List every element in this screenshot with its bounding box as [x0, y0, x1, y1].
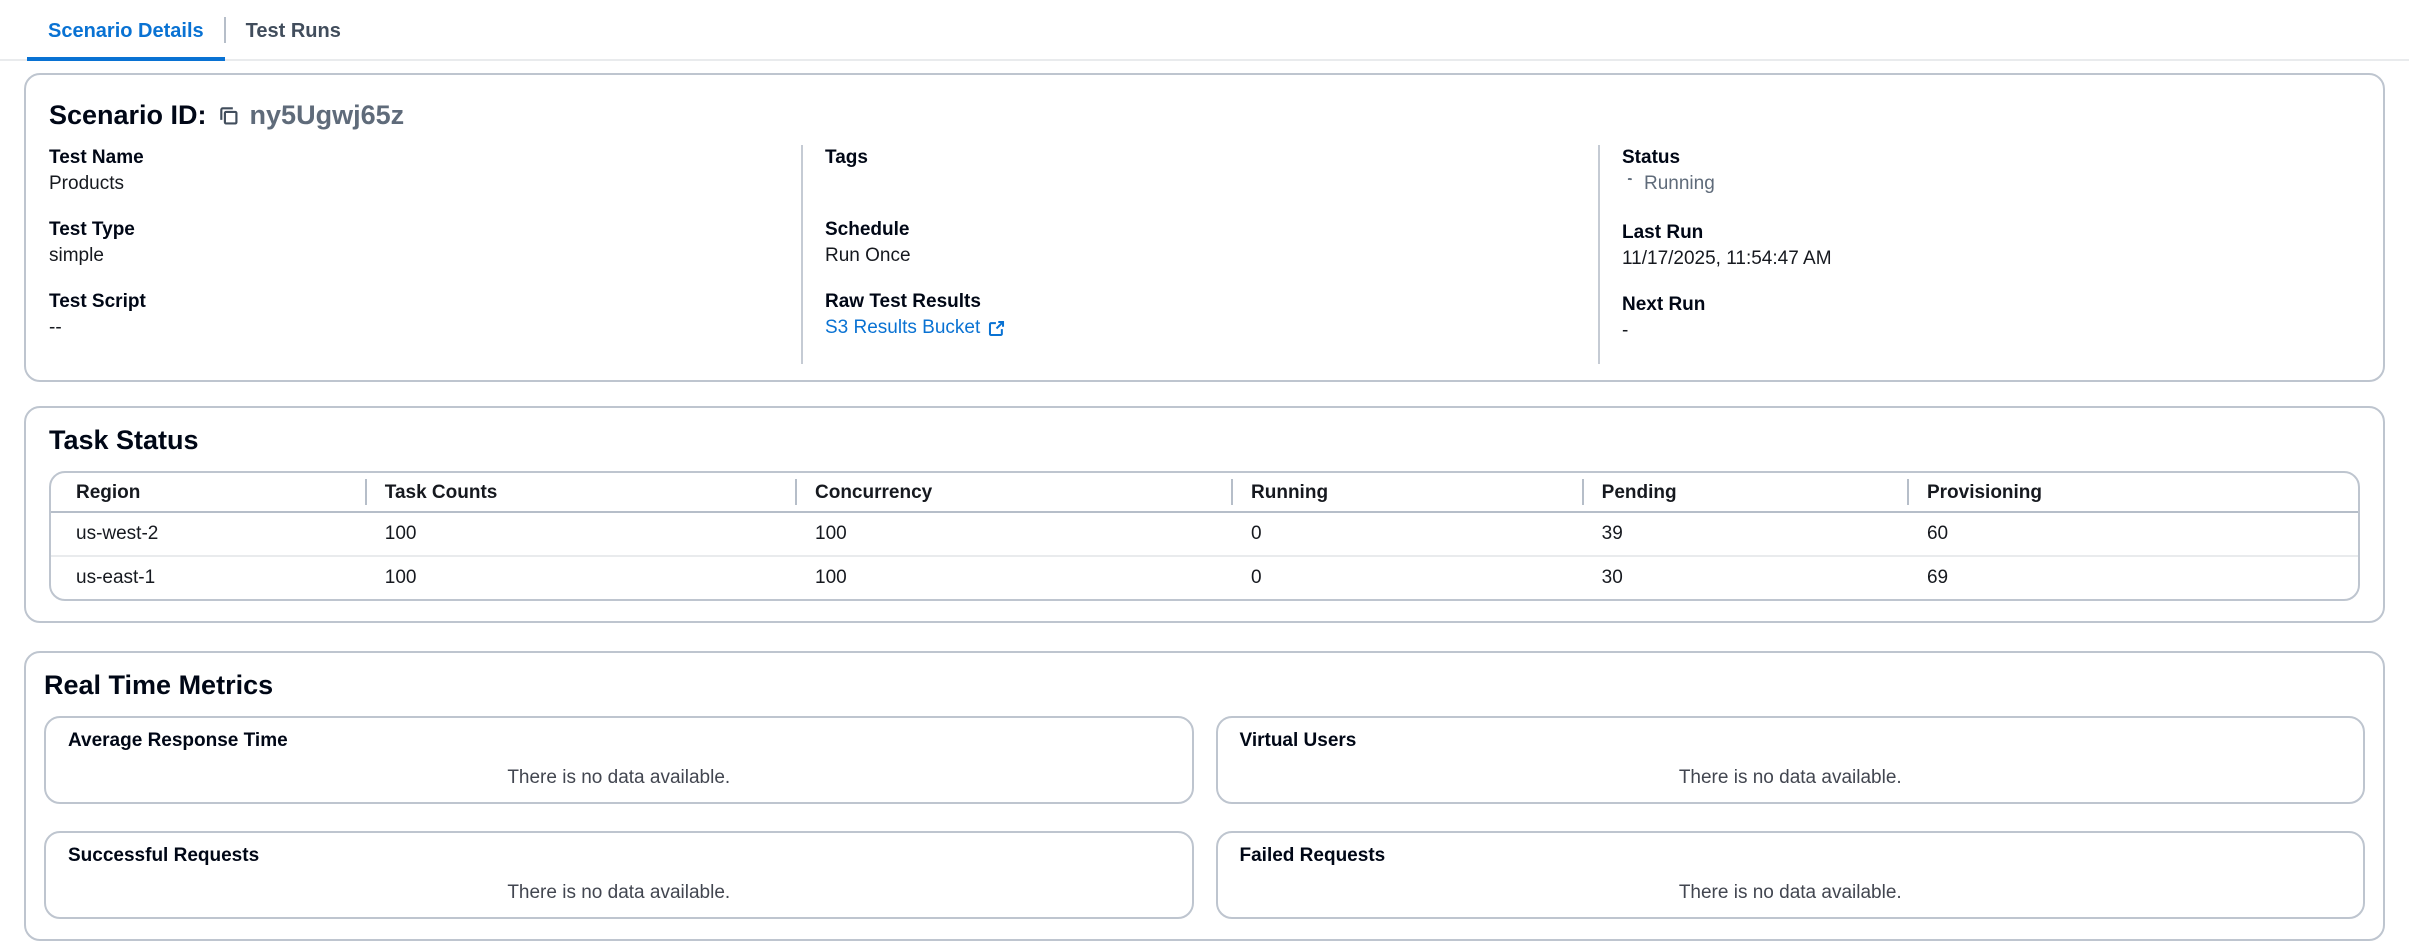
task-status-table-container: Region Task Counts Concurrency Running P… [49, 471, 2360, 601]
tab-bar: Scenario Details Test Runs [0, 0, 2409, 61]
field-label: Last Run [1622, 220, 2360, 246]
field-label: Test Type [49, 217, 801, 243]
cell-region: us-east-1 [51, 556, 365, 599]
column-header-provisioning: Provisioning [1907, 473, 2358, 512]
status-text: Running [1644, 171, 1715, 197]
field-value: simple [49, 243, 801, 269]
scenario-id-label: Scenario ID: [49, 99, 207, 131]
field-schedule: Schedule Run Once [825, 217, 1598, 269]
copy-icon [217, 104, 240, 127]
field-value: 11/17/2025, 11:54:47 AM [1622, 246, 2360, 272]
task-status-table: Region Task Counts Concurrency Running P… [51, 473, 2358, 599]
tab-label: Scenario Details [48, 20, 204, 43]
field-value: - [1622, 318, 2360, 344]
metric-empty-text: There is no data available. [1240, 882, 2342, 904]
cell-running: 0 [1231, 512, 1582, 556]
metrics-grid: Average Response Time There is no data a… [44, 716, 2365, 919]
column-header-pending: Pending [1582, 473, 1907, 512]
cell-concurrency: 100 [795, 556, 1231, 599]
metric-card-failed-requests: Failed Requests There is no data availab… [1216, 831, 2366, 919]
cell-running: 0 [1231, 556, 1582, 599]
cell-provisioning: 69 [1907, 556, 2358, 599]
field-label: Raw Test Results [825, 289, 1598, 315]
metric-empty-text: There is no data available. [68, 767, 1170, 789]
metric-title: Virtual Users [1240, 730, 2342, 752]
tab-scenario-details[interactable]: Scenario Details [27, 0, 225, 61]
table-header-row: Region Task Counts Concurrency Running P… [51, 473, 2358, 512]
metric-card-virtual-users: Virtual Users There is no data available… [1216, 716, 2366, 804]
metric-empty-text: There is no data available. [68, 882, 1170, 904]
link-label: S3 Results Bucket [825, 315, 980, 341]
metric-title: Failed Requests [1240, 845, 2342, 867]
task-status-heading: Task Status [49, 424, 2360, 456]
scenario-column-2: Tags Schedule Run Once Raw Test Results … [801, 145, 1598, 364]
cell-pending: 39 [1582, 512, 1907, 556]
tab-label: Test Runs [246, 20, 341, 43]
scenario-column-1: Test Name Products Test Type simple Test… [49, 145, 801, 364]
field-test-script: Test Script -- [49, 289, 801, 341]
tab-test-runs[interactable]: Test Runs [225, 0, 362, 61]
scenario-details-card: Scenario ID: ny5Ugwj65z Test Name Produc… [24, 73, 2385, 382]
cell-pending: 30 [1582, 556, 1907, 599]
cell-region: us-west-2 [51, 512, 365, 556]
field-value: Run Once [825, 243, 1598, 269]
field-label: Test Script [49, 289, 801, 315]
scenario-heading: Scenario ID: ny5Ugwj65z [49, 99, 2360, 131]
column-header-region: Region [51, 473, 365, 512]
s3-results-bucket-link[interactable]: S3 Results Bucket [825, 315, 1006, 341]
cell-task-counts: 100 [365, 556, 795, 599]
metric-title: Average Response Time [68, 730, 1170, 752]
real-time-metrics-card: Real Time Metrics Average Response Time … [24, 651, 2385, 941]
field-status: Status Running [1622, 145, 2360, 200]
field-value [825, 171, 1598, 197]
field-label: Next Run [1622, 292, 2360, 318]
metric-title: Successful Requests [68, 845, 1170, 867]
scenario-id-value: ny5Ugwj65z [250, 100, 405, 131]
table-row: us-east-1 100 100 0 30 69 [51, 556, 2358, 599]
task-status-card: Task Status Region Task Counts Concurren… [24, 406, 2385, 623]
copy-scenario-id-button[interactable] [217, 104, 240, 127]
cell-concurrency: 100 [795, 512, 1231, 556]
metric-card-successful-requests: Successful Requests There is no data ava… [44, 831, 1194, 919]
field-value: Products [49, 171, 801, 197]
cell-task-counts: 100 [365, 512, 795, 556]
metric-card-average-response-time: Average Response Time There is no data a… [44, 716, 1194, 804]
metric-empty-text: There is no data available. [1240, 767, 2342, 789]
field-raw-test-results: Raw Test Results S3 Results Bucket [825, 289, 1598, 341]
column-header-running: Running [1231, 473, 1582, 512]
real-time-metrics-heading: Real Time Metrics [44, 669, 2365, 701]
cell-provisioning: 60 [1907, 512, 2358, 556]
field-test-type: Test Type simple [49, 217, 801, 269]
field-label: Status [1622, 145, 2360, 171]
scenario-column-3: Status Running Last Run 11/17/2025, 11:5… [1598, 145, 2360, 364]
table-row: us-west-2 100 100 0 39 60 [51, 512, 2358, 556]
field-label: Tags [825, 145, 1598, 171]
external-link-icon [987, 319, 1006, 338]
column-header-concurrency: Concurrency [795, 473, 1231, 512]
field-test-name: Test Name Products [49, 145, 801, 197]
spinner-icon [1622, 177, 1637, 192]
field-label: Schedule [825, 217, 1598, 243]
field-tags: Tags [825, 145, 1598, 197]
scenario-field-columns: Test Name Products Test Type simple Test… [49, 145, 2360, 364]
field-next-run: Next Run - [1622, 292, 2360, 344]
field-value: -- [49, 315, 801, 341]
field-label: Test Name [49, 145, 801, 171]
field-last-run: Last Run 11/17/2025, 11:54:47 AM [1622, 220, 2360, 272]
column-header-task-counts: Task Counts [365, 473, 795, 512]
